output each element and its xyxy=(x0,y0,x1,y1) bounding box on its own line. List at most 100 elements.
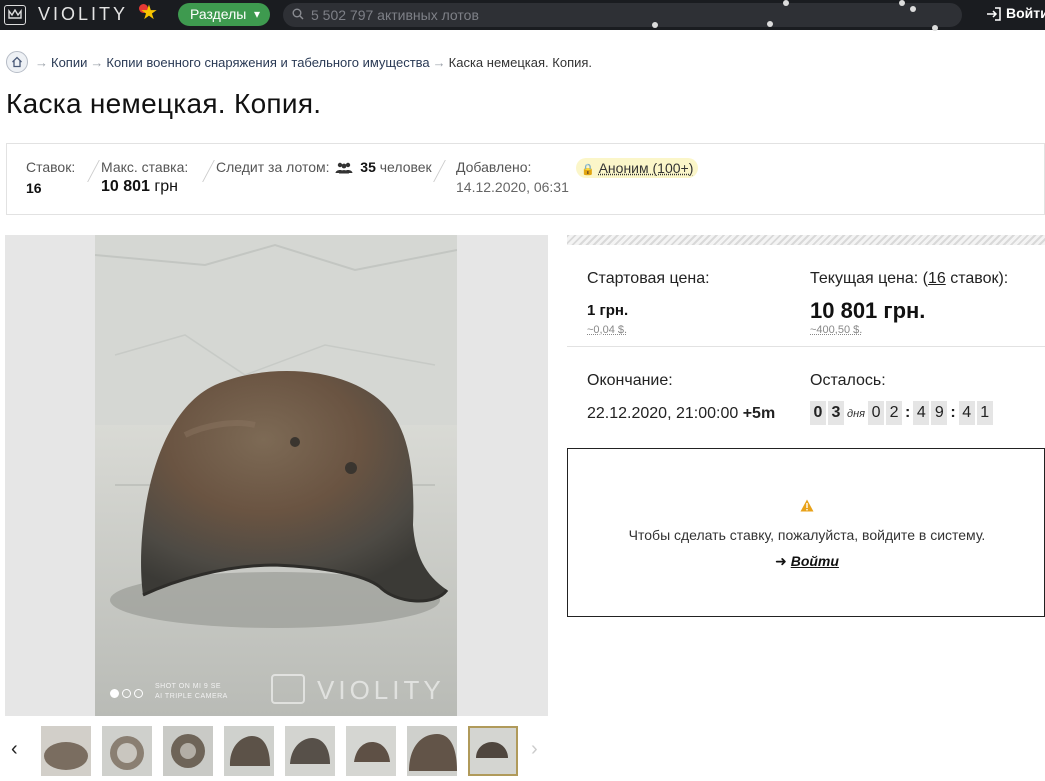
warning-icon xyxy=(800,499,814,512)
start-price-label: Стартовая цена: xyxy=(587,270,710,287)
bids-stat: Ставок: 16 xyxy=(26,159,75,196)
countdown-timer: 0 3 дня 0 2 : 4 9 : 4 1 xyxy=(810,401,995,425)
breadcrumb-link-category[interactable]: Копии военного снаряжения и табельного и… xyxy=(106,55,429,70)
end-label: Окончание: xyxy=(587,372,673,389)
arrow-right-icon: → xyxy=(90,54,104,70)
breadcrumb: → Копии → Копии военного снаряжения и та… xyxy=(6,50,592,74)
thumbnail-active[interactable] xyxy=(468,726,518,776)
added-label: Добавлено: xyxy=(456,159,532,175)
camera-caption-line: AI TRIPLE CAMERA xyxy=(155,693,228,700)
search-input[interactable] xyxy=(311,5,911,25)
watching-stat: Следит за лотом: 35 человек xyxy=(216,159,432,175)
added-stat: Добавлено: 14.12.2020, 06:31 xyxy=(456,159,569,195)
timer-digit: 0 xyxy=(810,401,826,425)
timer-colon: : xyxy=(950,404,956,421)
home-icon[interactable] xyxy=(6,51,28,73)
login-button[interactable]: Войти xyxy=(986,5,1045,21)
end-date: 22.12.2020, 21:00:00 +5m xyxy=(587,405,775,423)
thumbnail[interactable] xyxy=(407,726,457,776)
days-word: дня xyxy=(847,408,866,420)
thumbnail-strip: ‹ › xyxy=(5,722,548,778)
login-prompt: Чтобы сделать ставку, пожалуйста, войдит… xyxy=(567,448,1045,617)
timer-colon: : xyxy=(905,404,911,421)
logo-text[interactable]: VIOLITY xyxy=(38,4,128,25)
violity-watermark: VIOLITY xyxy=(317,675,445,705)
chevron-down-icon: ▾ xyxy=(253,7,260,21)
search-icon xyxy=(292,8,304,20)
search-bar[interactable] xyxy=(283,3,962,27)
camera-caption-line: SHOT ON MI 9 SE xyxy=(155,683,222,690)
max-bid-currency: грн xyxy=(154,178,178,195)
lot-stats: Ставок: 16 Макс. ставка: 10 801 грн След… xyxy=(6,143,1045,215)
divider xyxy=(202,160,215,182)
timer-digit: 1 xyxy=(976,401,993,425)
photo-indicator xyxy=(110,689,143,698)
current-price-usd[interactable]: ~400,50 $. xyxy=(810,324,862,336)
bids-value: 16 xyxy=(26,180,42,196)
current-price-label-prefix: Текущая цена: ( xyxy=(810,270,928,287)
indicator-dot xyxy=(110,689,119,698)
current-bids-link[interactable]: 16 xyxy=(928,270,946,287)
remaining-label: Осталось: xyxy=(810,372,886,389)
timer-digit: 4 xyxy=(913,401,930,425)
arrow-right-icon: → xyxy=(432,54,446,70)
sections-label: Разделы xyxy=(190,6,247,22)
divider xyxy=(567,346,1045,347)
camera-watermark: SHOT ON MI 9 SE AI TRIPLE CAMERA xyxy=(155,682,228,702)
seller-link[interactable]: 🔒 Аноним (100+) xyxy=(576,158,699,178)
max-bid-stat: Макс. ставка: 10 801 грн xyxy=(101,159,188,196)
thumbnail[interactable] xyxy=(41,726,91,776)
people-icon xyxy=(335,162,353,174)
page-title: Каска немецкая. Копия. xyxy=(6,88,322,119)
thumbnail[interactable] xyxy=(102,726,152,776)
end-timezone: +5m xyxy=(742,405,776,422)
start-price-value: 1 грн. xyxy=(587,302,629,319)
lock-icon: 🔒 xyxy=(581,164,595,176)
indicator-dot xyxy=(134,689,143,698)
thumb-next-icon[interactable]: › xyxy=(531,738,538,761)
end-date-value: 22.12.2020, 21:00:00 xyxy=(587,405,739,422)
watching-label: Следит за лотом: xyxy=(216,159,330,175)
thumbnail[interactable] xyxy=(346,726,396,776)
timer-digit: 3 xyxy=(828,401,844,425)
breadcrumb-current: Каска немецкая. Копия. xyxy=(448,54,593,70)
breadcrumb-link-copies[interactable]: Копии xyxy=(51,55,87,70)
timer-digit: 0 xyxy=(868,401,885,425)
added-value: 14.12.2020, 06:31 xyxy=(456,179,569,195)
timer-digit: 9 xyxy=(931,401,948,425)
indicator-dot xyxy=(122,689,131,698)
thumb-prev-icon[interactable]: ‹ xyxy=(11,738,18,761)
login-message: Чтобы сделать ставку, пожалуйста, войдит… xyxy=(628,527,986,543)
watermark-crown-icon xyxy=(271,674,305,704)
login-icon xyxy=(987,7,1001,21)
thumbnail[interactable] xyxy=(163,726,213,776)
timer-digit: 2 xyxy=(886,401,903,425)
login-link[interactable]: ➜ Войти xyxy=(568,553,1045,570)
arrow-right-icon: → xyxy=(35,54,48,70)
seller-name: Аноним (100+) xyxy=(598,160,694,176)
divider xyxy=(87,160,100,182)
divider xyxy=(433,160,446,182)
thumbnail[interactable] xyxy=(224,726,274,776)
timer-digit: 4 xyxy=(958,401,975,425)
top-bar: VIOLITY ★ Разделы ▾ Войти xyxy=(0,0,1045,31)
photo-viewer[interactable]: SHOT ON MI 9 SE AI TRIPLE CAMERA VIOLITY xyxy=(5,235,548,716)
hatch-divider xyxy=(567,235,1045,245)
bids-label: Ставок: xyxy=(26,159,76,175)
watching-value: 35 xyxy=(360,159,376,175)
helmet-image xyxy=(95,235,457,716)
current-price-label-suffix: ставок): xyxy=(945,270,1009,287)
sections-button[interactable]: Разделы ▾ xyxy=(178,3,270,26)
current-price-label: Текущая цена: (16 ставок): xyxy=(810,270,1008,288)
star-icon: ★ xyxy=(140,2,158,24)
current-price-value: 10 801 грн. xyxy=(810,298,926,323)
max-bid-value: 10 801 xyxy=(101,178,150,195)
main-photo[interactable]: SHOT ON MI 9 SE AI TRIPLE CAMERA VIOLITY xyxy=(95,235,457,716)
max-bid-label: Макс. ставка: xyxy=(101,159,189,175)
login-link-label: Войти xyxy=(790,553,839,569)
watching-unit: человек xyxy=(379,159,432,175)
logo-crown-icon[interactable] xyxy=(4,5,26,25)
login-label: Войти xyxy=(1006,5,1045,21)
thumbnail[interactable] xyxy=(285,726,335,776)
start-price-usd[interactable]: ~0,04 $. xyxy=(587,324,627,336)
